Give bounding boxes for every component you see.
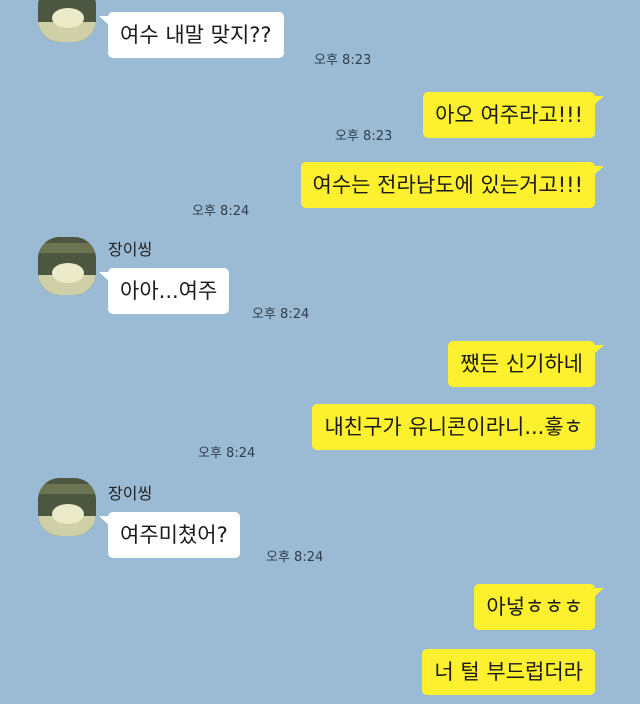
message-text: 여수는 전라남도에 있는거고!!!	[312, 173, 583, 197]
message-text: 여수 내말 맞지??	[120, 23, 272, 47]
avatar-image	[38, 0, 96, 42]
message-time: 오후 8:24	[198, 446, 256, 461]
partner-avatar[interactable]	[38, 237, 96, 295]
message-text: 쨌든 신기하네	[460, 352, 583, 376]
avatar-image	[38, 237, 96, 295]
message-text: 너 털 부드럽더라	[434, 660, 583, 684]
message-text: 아넣ㅎㅎㅎ	[486, 595, 583, 619]
message-bubble-incoming[interactable]: 여주미쳤어?	[99, 512, 240, 558]
partner-name: 장이씽	[108, 484, 153, 503]
message-bubble-incoming[interactable]: 여수 내말 맞지??	[99, 12, 284, 58]
message-bubble-outgoing[interactable]: 쨌든 신기하네	[448, 341, 604, 387]
partner-name: 장이씽	[108, 240, 153, 259]
message-bubble-incoming[interactable]: 아아...여주	[98, 268, 230, 314]
partner-avatar[interactable]	[38, 0, 96, 42]
message-bubble-outgoing[interactable]: 아오 여주라고!!!	[423, 92, 604, 138]
message-text: 여주미쳤어?	[120, 523, 228, 547]
message-bubble-outgoing[interactable]: 내친구가 유니콘이라니...흫ㅎ	[312, 404, 595, 450]
message-time: 오후 8:23	[335, 129, 393, 144]
message-bubble-outgoing[interactable]: 여수는 전라남도에 있는거고!!!	[300, 162, 605, 208]
message-text: 내친구가 유니콘이라니...흫ㅎ	[324, 415, 583, 439]
message-bubble-outgoing[interactable]: 아넣ㅎㅎㅎ	[474, 584, 604, 630]
message-text: 아오 여주라고!!!	[435, 103, 583, 127]
message-text: 아아...여주	[120, 279, 218, 303]
avatar-image	[38, 478, 96, 536]
message-bubble-outgoing[interactable]: 너 털 부드럽더라	[422, 649, 595, 695]
message-time: 오후 8:24	[192, 204, 250, 219]
message-time: 오후 8:23	[314, 53, 372, 68]
partner-avatar[interactable]	[38, 478, 96, 536]
message-time: 오후 8:24	[252, 307, 310, 322]
message-time: 오후 8:24	[266, 550, 324, 565]
